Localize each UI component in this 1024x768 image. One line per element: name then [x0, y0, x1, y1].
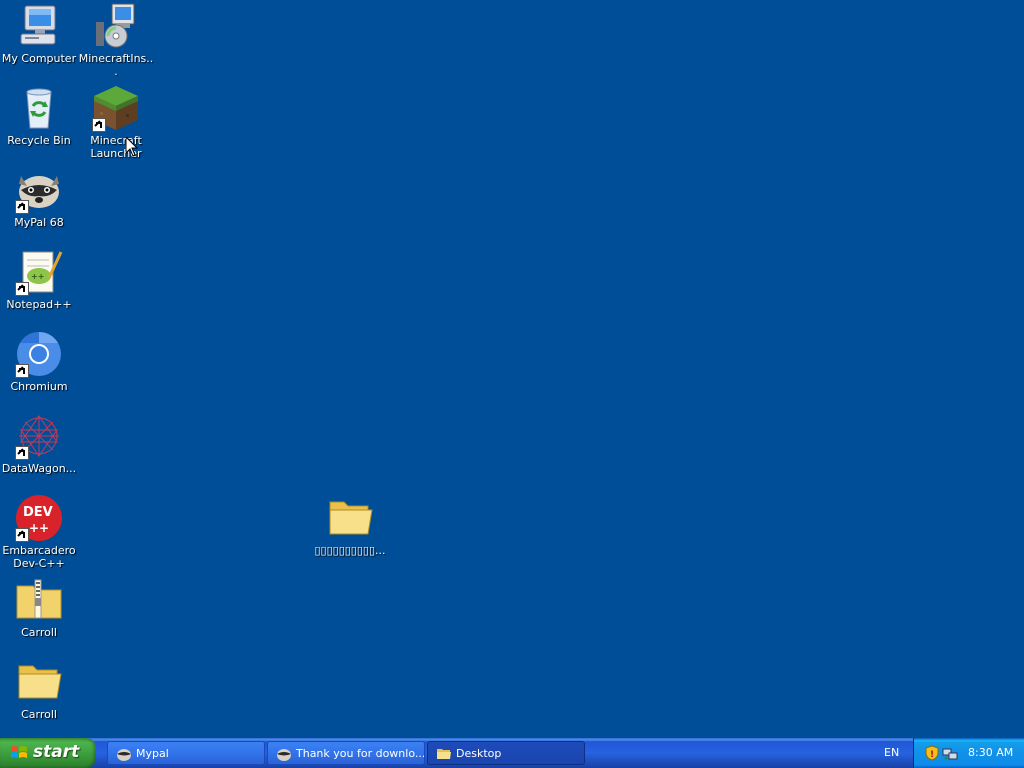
shortcut-arrow-icon: [15, 364, 29, 378]
datawagon-icon: [15, 412, 63, 460]
mypal-icon: [277, 749, 291, 761]
minecraft-icon: [92, 84, 140, 132]
desktop-icon-label: MinecraftIns...: [78, 52, 154, 78]
desktop-icon-carroll-folder[interactable]: Carroll: [1, 658, 77, 721]
windows-logo-icon: [11, 746, 27, 758]
svg-text:++: ++: [31, 272, 44, 281]
system-tray: ! 8:30 AM: [913, 738, 1024, 768]
desktop-icon-label: Chromium: [10, 380, 68, 393]
desktop-icon-label: Carroll: [21, 708, 57, 721]
taskbar-button-label: Desktop: [456, 747, 502, 760]
taskbar-button-label: Thank you for downlo...: [296, 747, 425, 760]
desktop-icon-label: My Computer: [1, 52, 77, 65]
devcpp-icon: DEV ++: [15, 494, 63, 542]
desktop-icon-label: Recycle Bin: [7, 134, 71, 147]
desktop-icon-devcpp[interactable]: DEV ++ Embarcadero Dev-C++: [1, 494, 77, 570]
mypal-icon: [15, 166, 63, 214]
desktop-icon-label: MyPal 68: [14, 216, 64, 229]
shortcut-arrow-icon: [15, 446, 29, 460]
desktop-icon-datawagon[interactable]: DataWagon...: [1, 412, 77, 475]
shortcut-arrow-icon: [15, 200, 29, 214]
svg-text:DEV: DEV: [23, 505, 53, 520]
language-indicator[interactable]: EN: [884, 738, 899, 768]
desktop-icon-minecraft-installer[interactable]: MinecraftIns...: [78, 2, 154, 78]
mouse-cursor-icon: [126, 137, 138, 157]
folder-icon: [326, 494, 374, 542]
network-icon[interactable]: [942, 745, 958, 761]
taskbar-button-mypal[interactable]: Mypal: [107, 741, 265, 765]
desktop-icon-unnamed-folder[interactable]: ▯▯▯▯▯▯▯▯▯▯...: [312, 494, 388, 557]
desktop-icon-label: Minecraft Launcher: [90, 134, 142, 160]
desktop-icon-label: DataWagon...: [1, 462, 77, 475]
desktop-icon-minecraft-launcher[interactable]: Minecraft Launcher: [78, 84, 154, 160]
folder-icon: [437, 749, 451, 759]
security-shield-icon[interactable]: !: [924, 745, 940, 761]
taskbar-button-thank-you[interactable]: Thank you for downlo...: [267, 741, 425, 765]
start-label: start: [33, 742, 80, 762]
clock[interactable]: 8:30 AM: [968, 738, 1013, 768]
svg-text:!: !: [930, 750, 934, 760]
desktop-icon-notepadpp[interactable]: ++ Notepad++: [1, 248, 77, 311]
shortcut-arrow-icon: [15, 528, 29, 542]
mypal-icon: [117, 749, 131, 761]
desktop[interactable]: My Computer MinecraftIns... Recycle Bin …: [0, 0, 1024, 738]
taskbar-button-label: Mypal: [136, 747, 169, 760]
installer-icon: [92, 2, 140, 50]
desktop-icon-mypal[interactable]: MyPal 68: [1, 166, 77, 229]
desktop-icon-label: Embarcadero Dev-C++: [2, 544, 76, 570]
desktop-icon-label: ▯▯▯▯▯▯▯▯▯▯...: [314, 544, 386, 557]
zip-folder-icon: [15, 576, 63, 624]
desktop-icon-recycle-bin[interactable]: Recycle Bin: [1, 84, 77, 147]
desktop-icon-chromium[interactable]: Chromium: [1, 330, 77, 393]
desktop-icon-label: Notepad++: [6, 298, 72, 311]
taskbar-button-desktop[interactable]: Desktop: [427, 741, 585, 765]
svg-text:++: ++: [29, 521, 49, 535]
shortcut-arrow-icon: [92, 118, 106, 132]
folder-icon: [15, 658, 63, 706]
chromium-icon: [15, 330, 63, 378]
shortcut-arrow-icon: [15, 282, 29, 296]
desktop-icon-label: Carroll: [21, 626, 57, 639]
desktop-icon-my-computer[interactable]: My Computer: [1, 2, 77, 65]
notepadpp-icon: ++: [15, 248, 63, 296]
recycle-bin-icon: [15, 84, 63, 132]
my-computer-icon: [15, 2, 63, 50]
desktop-icon-carroll-zip[interactable]: Carroll: [1, 576, 77, 639]
taskbar: start Mypal Thank you for downlo... Desk…: [0, 738, 1024, 768]
start-button[interactable]: start: [0, 738, 96, 768]
